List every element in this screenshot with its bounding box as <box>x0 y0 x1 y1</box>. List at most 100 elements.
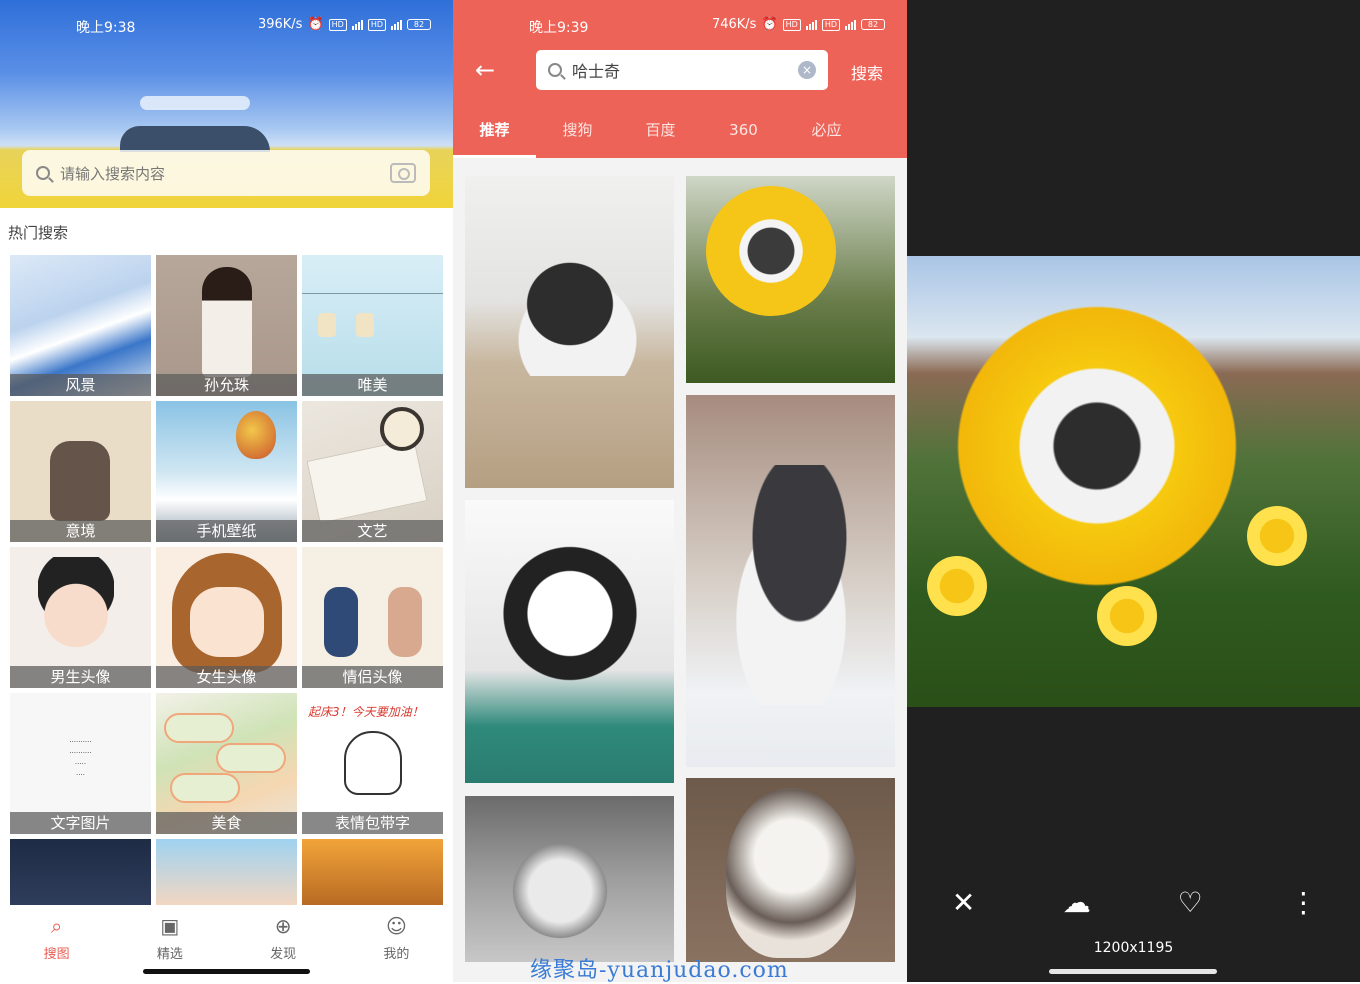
ghost-figure <box>344 731 402 795</box>
search-button[interactable]: 搜索 <box>851 60 883 84</box>
image-dimensions: 1200x1195 <box>1093 940 1174 956</box>
category-label: 女生头像 <box>156 666 297 688</box>
food-roll <box>164 713 234 743</box>
tab-label: 搜图 <box>43 947 70 962</box>
network-speed: 746K/s <box>711 17 757 32</box>
category-label: 情侣头像 <box>302 666 443 688</box>
category-tile-mood[interactable]: 意境 <box>10 401 151 542</box>
close-icon[interactable]: ✕ <box>934 886 994 919</box>
camera-icon[interactable] <box>390 163 416 183</box>
search-icon <box>548 63 562 77</box>
home-indicator[interactable] <box>1049 969 1217 974</box>
category-label: 美食 <box>156 812 297 834</box>
banner-cloud <box>140 96 250 110</box>
tab-search-images[interactable]: ⌕ 搜图 <box>0 905 113 982</box>
sunflower-dog-figure <box>947 296 1247 596</box>
hd-icon: HD <box>328 18 347 31</box>
category-tile-text-image[interactable]: ·········· ·········· ····· ···· 文字图片 <box>10 693 151 834</box>
tab-label: 我的 <box>383 947 410 962</box>
couple-figure-b <box>388 587 422 657</box>
heart-icon[interactable]: ♡ <box>1160 886 1220 919</box>
category-tile-boy-avatar[interactable]: 男生头像 <box>10 547 151 688</box>
food-roll <box>170 773 240 803</box>
search-placeholder: 请输入搜索内容 <box>60 164 166 183</box>
category-tile-food[interactable]: 美食 <box>156 693 297 834</box>
category-label: 孙允珠 <box>156 374 297 396</box>
signal-icon <box>351 19 363 30</box>
full-image[interactable] <box>907 256 1360 707</box>
more-icon[interactable]: ⋮ <box>1273 886 1333 919</box>
meme-caption: 起床3！今天要加油！ <box>308 705 424 719</box>
cable-car <box>356 313 374 337</box>
tab-sogou[interactable]: 搜狗 <box>536 112 619 158</box>
balloon-figure <box>236 411 276 459</box>
category-label: 文艺 <box>302 520 443 542</box>
result-image[interactable] <box>686 778 895 962</box>
search-value: 哈士奇 <box>572 62 621 81</box>
download-cloud-icon[interactable]: ☁ <box>1047 886 1107 919</box>
book-figure <box>306 438 428 524</box>
category-tile-partial[interactable] <box>156 839 297 905</box>
category-tile-wallpaper[interactable]: 手机壁纸 <box>156 401 297 542</box>
search-icon <box>36 166 50 180</box>
signal-icon-2 <box>845 19 856 30</box>
cable-car <box>318 313 336 337</box>
category-tile-sun-yunzhu[interactable]: 孙允珠 <box>156 255 297 396</box>
user-icon: ☺ <box>385 914 407 938</box>
category-tile-aesthetic[interactable]: 唯美 <box>302 255 443 396</box>
result-image[interactable] <box>465 176 674 488</box>
category-label: 文字图片 <box>10 812 151 834</box>
category-tile-scenery[interactable]: 风景 <box>10 255 151 396</box>
puppy-figure <box>495 520 645 690</box>
category-tile-meme-text[interactable]: 起床3！今天要加油！ 表情包带字 <box>302 693 443 834</box>
tab-label: 发现 <box>270 947 297 962</box>
category-tile-girl-avatar[interactable]: 女生头像 <box>156 547 297 688</box>
alarm-icon: ⏰ <box>307 17 324 32</box>
category-tile-partial[interactable] <box>10 839 151 905</box>
search-input[interactable]: 请输入搜索内容 <box>22 150 430 196</box>
home-indicator[interactable] <box>143 969 310 974</box>
tab-recommended[interactable]: 推荐 <box>453 112 536 158</box>
boy-figure <box>38 557 114 647</box>
status-time: 晚上9:39 <box>529 20 589 36</box>
battery-icon: 82 <box>861 19 885 30</box>
clock-figure <box>380 407 424 451</box>
puppy-figure <box>726 788 856 958</box>
compass-icon: ⊕ <box>274 914 292 938</box>
daffodil-figure <box>1097 586 1157 646</box>
hot-search-title: 热门搜索 <box>8 224 69 242</box>
category-label: 手机壁纸 <box>156 520 297 542</box>
clear-icon[interactable]: × <box>798 61 816 79</box>
signal-icon-2 <box>391 19 402 30</box>
tab-360[interactable]: 360 <box>702 112 785 158</box>
category-tile-literary[interactable]: 文艺 <box>302 401 443 542</box>
tab-baidu[interactable]: 百度 <box>619 112 702 158</box>
dog-figure <box>706 465 876 705</box>
back-arrow-icon[interactable]: ← <box>475 58 499 82</box>
tab-mine[interactable]: ☺ 我的 <box>340 905 453 982</box>
dog-figure <box>505 836 615 946</box>
status-bar: 晚上9:39 746K/s ⏰ HD HD 82 <box>453 0 907 52</box>
tab-bing[interactable]: 必应 <box>785 112 868 158</box>
category-tile-couple-avatar[interactable]: 情侣头像 <box>302 547 443 688</box>
couple-figure-a <box>324 587 358 657</box>
result-image[interactable] <box>686 176 895 383</box>
watermark: 缘聚岛-yuanjudao.com <box>530 958 789 983</box>
face-figure <box>190 587 264 657</box>
result-image[interactable] <box>465 500 674 783</box>
status-time: 晚上9:38 <box>76 20 136 36</box>
search-results-screen: 晚上9:39 746K/s ⏰ HD HD 82 ← 哈士奇 × 搜索 推荐 搜… <box>453 0 907 982</box>
dog-figure <box>495 256 645 376</box>
status-bar: 晚上9:38 396K/s ⏰ HD HD 82 <box>0 0 453 52</box>
image-icon: ▣ <box>160 914 180 938</box>
category-tile-partial[interactable] <box>302 839 443 905</box>
search-icon: ⌕ <box>51 914 63 938</box>
home-screen: 晚上9:38 396K/s ⏰ HD HD 82 请输入搜索内容 热门搜索 风景… <box>0 0 453 982</box>
category-label: 唯美 <box>302 374 443 396</box>
category-label: 表情包带字 <box>302 812 443 834</box>
result-image[interactable] <box>686 395 895 767</box>
result-image[interactable] <box>465 796 674 962</box>
status-right: 746K/s ⏰ HD HD 82 <box>712 17 885 32</box>
search-input[interactable]: 哈士奇 × <box>536 50 828 90</box>
sunflower-dog-figure <box>706 186 836 316</box>
